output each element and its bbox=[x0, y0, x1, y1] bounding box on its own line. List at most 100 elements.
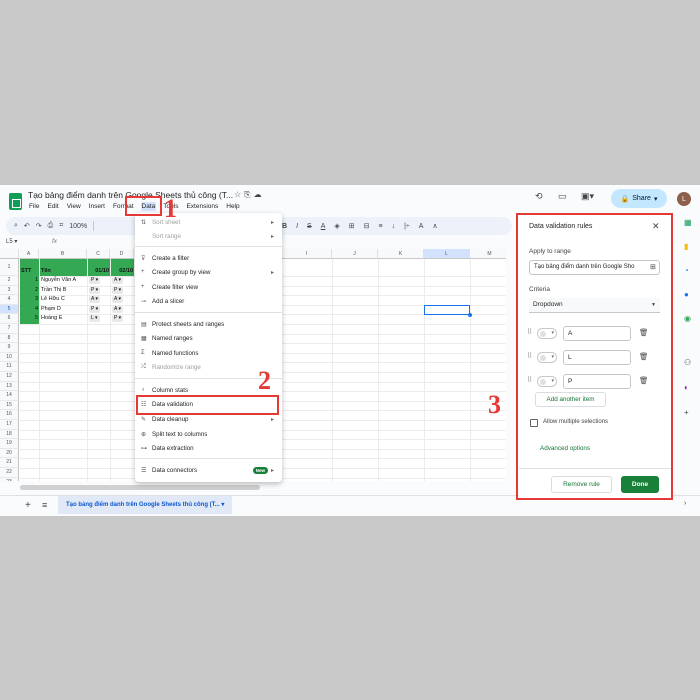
row-header[interactable]: 16 bbox=[0, 410, 19, 420]
menu-item-filter-view[interactable]: + Create filter view bbox=[135, 280, 282, 294]
dropdown-chip[interactable]: A ▾ bbox=[89, 296, 100, 304]
tasks-icon[interactable]: ◔ bbox=[684, 266, 689, 275]
avatar[interactable]: L bbox=[677, 192, 691, 206]
cell-stt[interactable]: 1 bbox=[20, 276, 39, 286]
comment-icon[interactable]: ▭ bbox=[558, 191, 567, 202]
cell-name[interactable]: Lê Hữu C bbox=[40, 295, 87, 305]
zoom-select[interactable]: 100% bbox=[69, 223, 87, 230]
cell-attendance[interactable]: A ▾ bbox=[111, 295, 133, 305]
column-header-a[interactable]: A bbox=[19, 249, 39, 259]
row-header[interactable]: 1 bbox=[0, 259, 19, 276]
dropdown-chip[interactable]: A ▾ bbox=[112, 296, 123, 304]
menu-item-sort-range[interactable]: Sort range ▸ bbox=[135, 229, 282, 243]
column-header-k[interactable]: K bbox=[378, 249, 424, 259]
horizontal-scrollbar[interactable] bbox=[20, 485, 260, 490]
text-color-icon[interactable]: A bbox=[321, 223, 326, 230]
menu-item-named-functions[interactable]: Σ Named functions bbox=[135, 346, 282, 360]
valign-icon[interactable]: ↓ bbox=[392, 223, 396, 230]
dropdown-chip[interactable]: A ▾ bbox=[112, 305, 123, 313]
sheets-logo-icon[interactable] bbox=[9, 193, 22, 210]
header-date-2[interactable]: 02/10 bbox=[111, 259, 134, 276]
fill-color-icon[interactable]: ◈ bbox=[334, 222, 339, 230]
column-header-j[interactable]: J bbox=[332, 249, 378, 259]
sheet-tab[interactable]: Tạo bảng điểm danh trên Google Sheets th… bbox=[58, 496, 233, 514]
cell-stt[interactable]: 3 bbox=[20, 295, 39, 305]
menu-item-create-filter[interactable]: ⊽ Create a filter bbox=[135, 251, 282, 265]
cell-stt[interactable]: 4 bbox=[20, 304, 39, 315]
cell-attendance[interactable]: A ▾ bbox=[111, 276, 133, 286]
bold-icon[interactable]: B bbox=[282, 223, 287, 230]
menu-edit[interactable]: Edit bbox=[46, 202, 59, 211]
cell-attendance[interactable]: P ▾ bbox=[88, 305, 110, 315]
menu-file[interactable]: File bbox=[28, 202, 40, 211]
search-icon[interactable]: ⌕ bbox=[14, 222, 18, 230]
menu-item-group-by-view[interactable]: + Create group by view ▸ bbox=[135, 265, 282, 279]
row-header[interactable]: 11 bbox=[0, 362, 19, 372]
cell-attendance[interactable]: P ▾ bbox=[88, 286, 110, 296]
row-header[interactable]: 9 bbox=[0, 343, 19, 353]
merge-icon[interactable]: ⊟ bbox=[364, 222, 370, 230]
cloud-icon[interactable]: ☁ bbox=[254, 190, 265, 199]
row-header[interactable]: 17 bbox=[0, 420, 19, 430]
column-header-c[interactable]: C bbox=[87, 249, 110, 259]
corner-cell[interactable] bbox=[0, 249, 19, 259]
undo-icon[interactable]: ↶ bbox=[24, 222, 30, 230]
row-header[interactable]: 22 bbox=[0, 468, 19, 478]
menu-view[interactable]: View bbox=[66, 202, 82, 211]
star-icon[interactable]: ☆ bbox=[234, 190, 244, 199]
row-header[interactable]: 2 bbox=[0, 276, 19, 286]
column-header-l[interactable]: L bbox=[424, 249, 470, 259]
maps-icon[interactable]: ◉ bbox=[684, 314, 691, 323]
row-header[interactable]: 14 bbox=[0, 391, 19, 401]
selected-cell[interactable] bbox=[424, 305, 472, 317]
history-icon[interactable]: ⟲ bbox=[535, 191, 543, 202]
header-date-1[interactable]: 01/10 bbox=[88, 259, 110, 276]
dropdown-chip[interactable]: P ▾ bbox=[89, 277, 101, 284]
row-header[interactable]: 13 bbox=[0, 381, 19, 392]
collapse-icon[interactable]: ∧ bbox=[432, 222, 437, 230]
cell-attendance[interactable]: P ▾ bbox=[111, 314, 133, 324]
row-header[interactable]: 8 bbox=[0, 333, 19, 344]
menu-item-named-ranges[interactable]: ▦ Named ranges bbox=[135, 331, 282, 345]
rotate-icon[interactable]: A bbox=[419, 223, 424, 230]
dropdown-chip[interactable]: A ▾ bbox=[112, 277, 123, 284]
row-header[interactable]: 3 bbox=[0, 285, 19, 296]
add-sheet-icon[interactable]: + bbox=[25, 500, 31, 511]
strikethrough-icon[interactable]: S bbox=[307, 223, 312, 230]
menu-item-protect[interactable]: ▤ Protect sheets and ranges bbox=[135, 317, 282, 331]
chevron-right-icon[interactable]: › bbox=[684, 500, 686, 507]
menu-insert[interactable]: Insert bbox=[88, 202, 106, 211]
row-header[interactable]: 6 bbox=[0, 314, 19, 324]
move-icon[interactable]: ⎘ bbox=[244, 190, 253, 199]
cell-attendance[interactable]: P ▾ bbox=[88, 276, 110, 286]
menu-item-data-extraction[interactable]: ⊶ Data extraction bbox=[135, 441, 282, 455]
gemini-icon[interactable]: ◐ bbox=[684, 383, 689, 392]
row-header[interactable]: 18 bbox=[0, 429, 19, 440]
menu-item-data-connectors[interactable]: ☰ Data connectors New ▸ bbox=[135, 463, 282, 477]
borders-icon[interactable]: ⊞ bbox=[349, 222, 355, 230]
cell-name[interactable]: Phạm D bbox=[40, 305, 87, 315]
name-box[interactable]: L5 ▾ bbox=[6, 238, 17, 245]
cell-stt[interactable]: 2 bbox=[20, 285, 39, 296]
column-header-i[interactable]: I bbox=[282, 249, 332, 259]
cell-name[interactable]: Nguyễn Văn A bbox=[40, 276, 87, 286]
cell-attendance[interactable]: L ▾ bbox=[88, 314, 110, 324]
row-header[interactable]: 23 bbox=[0, 477, 19, 481]
row-header[interactable]: 10 bbox=[0, 352, 19, 363]
row-header[interactable]: 21 bbox=[0, 458, 19, 468]
cell-attendance[interactable]: A ▾ bbox=[111, 305, 133, 315]
row-header[interactable]: 20 bbox=[0, 448, 19, 459]
row-header[interactable]: 19 bbox=[0, 439, 19, 449]
share-button[interactable]: 🔒 Share ▾ bbox=[611, 189, 667, 208]
meet-icon[interactable]: ▣▾ bbox=[581, 191, 594, 202]
menu-extensions[interactable]: Extensions bbox=[185, 202, 219, 211]
italic-icon[interactable]: I bbox=[296, 223, 298, 230]
cell-name[interactable]: Trần Thị B bbox=[40, 286, 87, 296]
column-header-b[interactable]: B bbox=[39, 249, 87, 259]
row-header[interactable]: 12 bbox=[0, 372, 19, 382]
cell-stt[interactable]: 5 bbox=[20, 314, 39, 324]
cell-attendance[interactable]: P ▾ bbox=[111, 286, 133, 296]
menu-help[interactable]: Help bbox=[225, 202, 240, 211]
wrap-icon[interactable]: |÷ bbox=[404, 223, 410, 230]
calendar-icon[interactable]: ▦ bbox=[684, 218, 692, 227]
